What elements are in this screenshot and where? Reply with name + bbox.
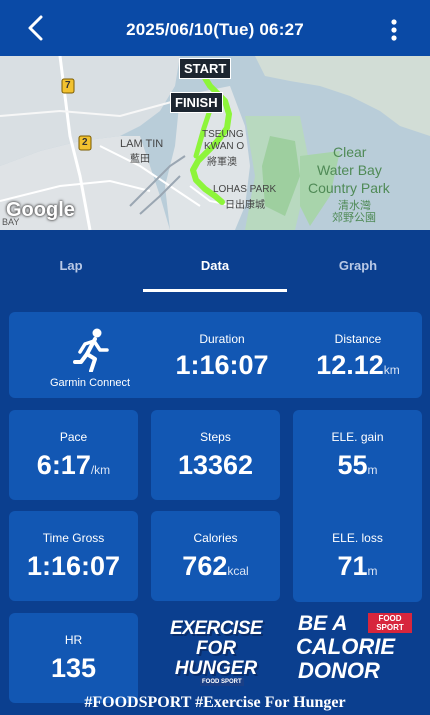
start-marker: START <box>179 58 232 79</box>
distance-unit: km <box>383 363 400 377</box>
ele-gain-label: ELE. gain <box>331 430 384 444</box>
tab-data[interactable]: Data <box>160 258 270 273</box>
distance-label: Distance <box>334 332 382 346</box>
ele-gain-unit: m <box>367 463 378 477</box>
exercise-line-3: HUNGER <box>174 658 258 679</box>
time-gross-label: Time Gross <box>42 531 105 545</box>
pace-card: Pace 6:17/km <box>9 410 138 500</box>
calories-value: 762kcal <box>182 551 249 581</box>
steps-label: Steps <box>200 430 231 444</box>
ele-loss-label: ELE. loss <box>332 531 383 545</box>
hashtag-footer: #FOODSPORT #Exercise For Hunger <box>84 694 346 711</box>
donor-line-2: CALORIE <box>296 634 395 659</box>
hr-value: 135 <box>50 653 97 683</box>
route-shield-2: 2 <box>82 137 88 148</box>
pace-value: 6:17/km <box>36 450 111 480</box>
distance-value: 12.12km <box>316 350 400 380</box>
source-label: Garmin Connect <box>49 377 131 389</box>
foodsport-badge: FOOD SPORT <box>368 613 412 633</box>
pace-unit: /km <box>90 463 111 477</box>
tab-lap[interactable]: Lap <box>16 258 126 273</box>
map-label-cwb-3: Country Park <box>308 180 390 196</box>
map-label-lohas: LOHAS PARK <box>213 184 277 195</box>
map-label-cwb-2: Water Bay <box>317 162 382 178</box>
calories-unit: kcal <box>227 564 249 578</box>
running-person-icon <box>73 328 109 372</box>
donor-line-3: DONOR <box>298 658 380 683</box>
more-vertical-icon[interactable] <box>390 18 398 42</box>
exercise-for-hunger-logo: EXERCISE FOR HUNGER FOOD SPORT <box>152 614 280 692</box>
summary-card: Garmin Connect Duration 1:16:07 Distance… <box>9 312 422 398</box>
exercise-line-1: EXERCISE <box>169 618 263 639</box>
steps-value: 13362 <box>177 450 254 480</box>
tab-graph[interactable]: Graph <box>303 258 413 273</box>
exercise-line-2: FOR <box>195 638 237 659</box>
ele-loss-value: 71m <box>337 551 378 581</box>
map-label-lam-tin: LAM TIN <box>120 138 164 150</box>
time-gross-card: Time Gross 1:16:07 <box>9 511 138 601</box>
ele-gain-value: 55m <box>337 450 378 480</box>
route-map[interactable]: 7 2 START FINISH LAM TIN 藍田 TSEUNG KWAN … <box>0 56 430 230</box>
steps-card: Steps 13362 <box>151 410 280 500</box>
foodsport-mini-logo: FOOD SPORT <box>200 678 244 686</box>
map-label-tko-2: KWAN O <box>204 141 245 152</box>
hr-card: HR 135 <box>9 613 138 703</box>
calorie-donor-logo: BE A FOOD SPORT CALORIE DONOR <box>292 610 422 692</box>
finish-marker: FINISH <box>170 92 223 113</box>
time-gross-value: 1:16:07 <box>26 551 121 581</box>
duration-value: 1:16:07 <box>175 350 269 380</box>
map-label-cwb-1: Clear <box>333 144 367 160</box>
ele-loss-unit: m <box>367 564 378 578</box>
hr-label: HR <box>64 633 83 647</box>
tab-bar: Lap Data Graph <box>0 230 430 292</box>
active-tab-indicator <box>143 289 287 292</box>
duration-label: Duration <box>199 332 245 346</box>
map-label-tko-1: TSEUNG <box>202 129 244 140</box>
activity-datetime: 2025/06/10(Tue) 06:27 <box>126 20 304 39</box>
map-label-tko-zh: 將軍澳 <box>207 157 237 168</box>
pace-label: Pace <box>59 430 88 444</box>
elevation-card: ELE. gain 55m ELE. loss 71m <box>293 410 422 602</box>
header-bar: 2025/06/10(Tue) 06:27 <box>0 0 430 56</box>
calories-label: Calories <box>193 531 238 545</box>
calories-card: Calories 762kcal <box>151 511 280 601</box>
google-attribution: Google <box>6 199 75 221</box>
map-label-lam-tin-zh: 藍田 <box>130 154 150 165</box>
donor-line-1: BE A <box>298 612 348 635</box>
map-label-cwb-zh2: 郊野公園 <box>332 212 376 224</box>
route-shield-7: 7 <box>65 80 71 91</box>
map-label-lohas-zh: 日出康城 <box>225 200 265 211</box>
